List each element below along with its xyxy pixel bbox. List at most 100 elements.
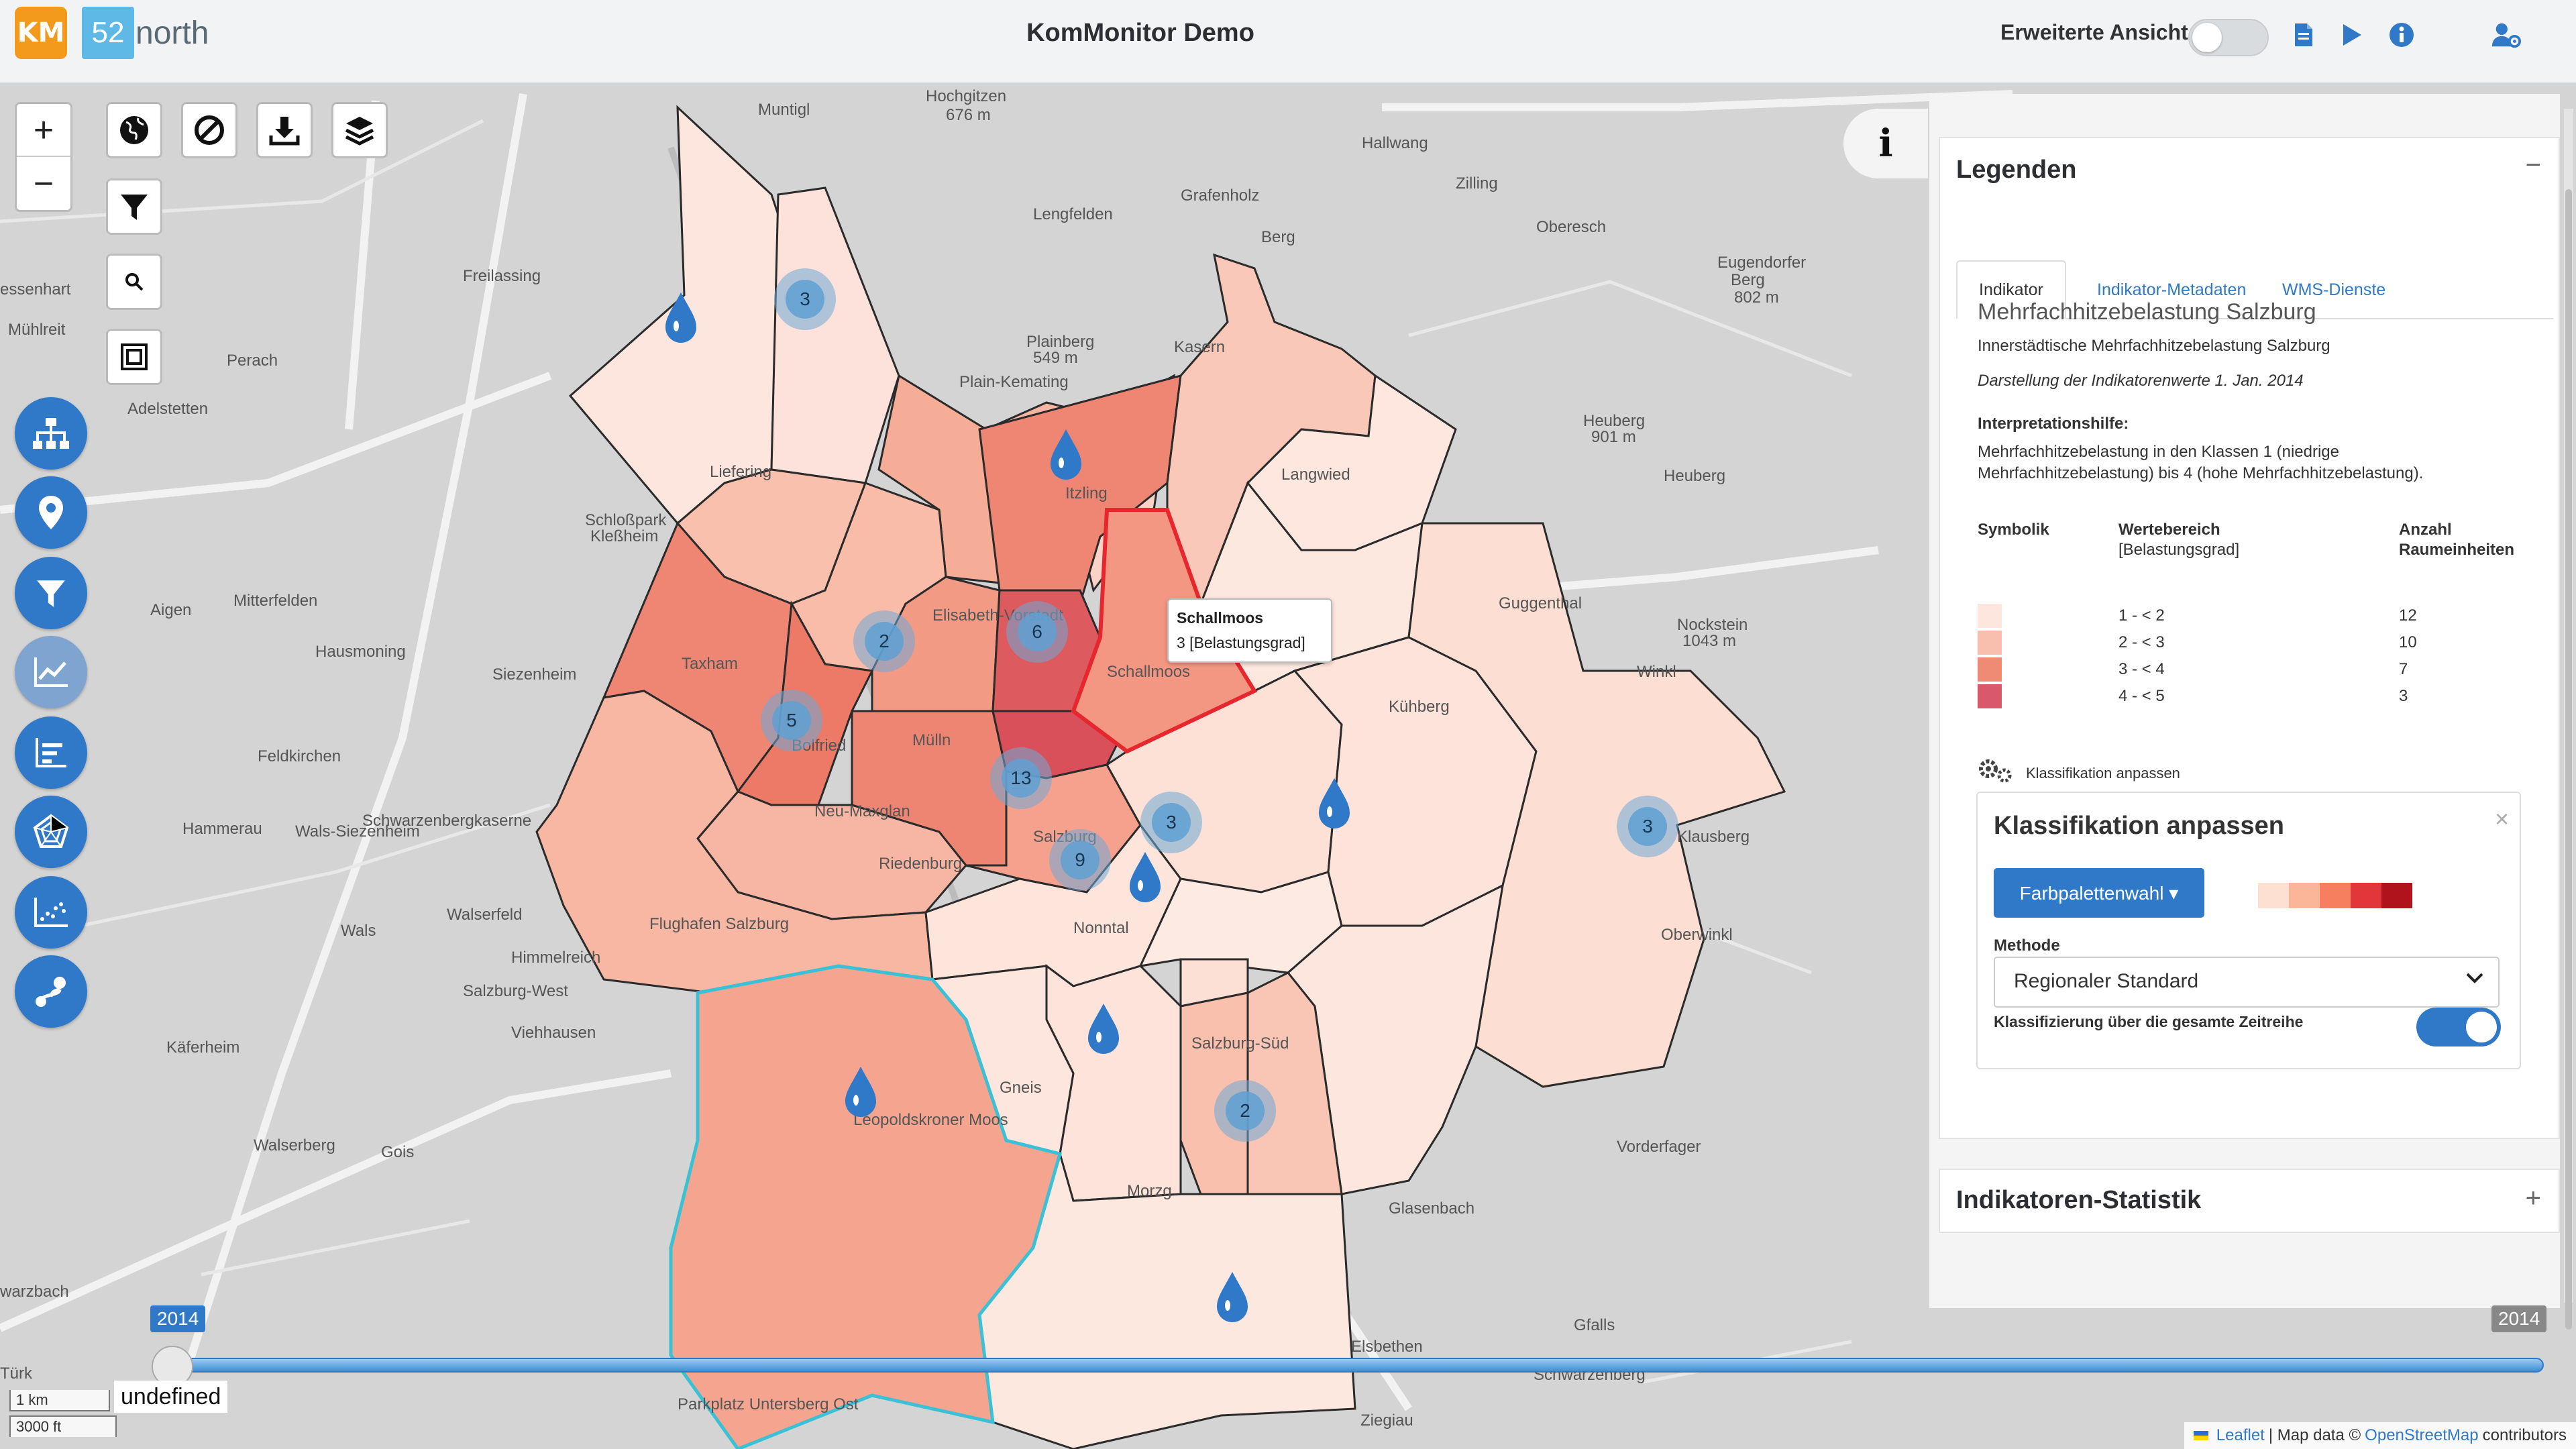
- place-label: Heuberg: [1664, 467, 1726, 485]
- place-label: 676 m: [946, 106, 991, 124]
- marker-cluster[interactable]: 3: [1140, 792, 1202, 853]
- toggle-knob: [2192, 23, 2222, 52]
- user-settings-icon[interactable]: [2491, 20, 2521, 50]
- place-label: Langwied: [1281, 466, 1350, 484]
- legend-col-symbol: Symbolik: [1978, 521, 2049, 539]
- place-label: Plain-Kemating: [959, 373, 1069, 391]
- place-label: Parkplatz Untersberg Ost: [678, 1395, 859, 1413]
- print-button[interactable]: [106, 329, 162, 385]
- place-label: Hausmoning: [315, 643, 406, 661]
- interpretation-text-1: Mehrfachhitzebelastung in den Klassen 1 …: [1978, 443, 2340, 461]
- timeline-end-label: 2014: [2491, 1305, 2547, 1332]
- place-label: Nonntal: [1073, 919, 1129, 937]
- place-label: Neu-Maxglan: [814, 802, 910, 820]
- classification-link[interactable]: Klassifikation anpassen: [2026, 765, 2180, 782]
- palette-select-button[interactable]: Farbpalettenwahl ▾: [1994, 868, 2204, 918]
- marker-cluster[interactable]: 9: [1049, 829, 1111, 891]
- place-label: Mühlreit: [8, 321, 66, 339]
- method-label: Methode: [1994, 936, 2060, 955]
- cluster-count: 3: [1628, 807, 1667, 846]
- legend-range: 3 - < 4: [2118, 660, 2165, 678]
- place-label: Walserberg: [254, 1136, 335, 1155]
- poi-button[interactable]: [15, 476, 87, 549]
- clear-button[interactable]: [181, 102, 237, 158]
- filter-panel-button[interactable]: [15, 557, 87, 629]
- print-frame-icon: [121, 343, 148, 370]
- globe-button[interactable]: [106, 102, 162, 158]
- zoom-in-button[interactable]: +: [17, 104, 70, 157]
- place-label: warzbach: [0, 1283, 69, 1301]
- zoom-out-button[interactable]: −: [17, 157, 70, 210]
- water-drop-marker-icon[interactable]: [1316, 777, 1352, 830]
- water-drop-marker-icon[interactable]: [1085, 1002, 1122, 1056]
- attribution-contributors: contributors: [2482, 1426, 2567, 1444]
- legend-count: 10: [2399, 633, 2417, 651]
- water-drop-marker-icon[interactable]: [1048, 428, 1084, 482]
- marker-cluster[interactable]: 6: [1006, 601, 1068, 663]
- sitemap-icon: [33, 418, 69, 449]
- marker-cluster[interactable]: 13: [990, 747, 1052, 809]
- palette-swatch: [2258, 883, 2289, 908]
- info-panel-toggle[interactable]: i: [1843, 109, 1928, 178]
- info-icon: i: [1878, 121, 1893, 166]
- place-label: Vorderfager: [1617, 1138, 1701, 1156]
- water-drop-marker-icon[interactable]: [843, 1065, 879, 1119]
- place-label: Taxham: [682, 655, 739, 673]
- map-attribution: Leaflet | Map data © OpenStreetMap contr…: [2184, 1422, 2576, 1449]
- place-label: Wals-Siezenheim: [295, 822, 420, 841]
- marker-cluster[interactable]: 2: [1214, 1080, 1276, 1142]
- hierarchy-button[interactable]: [15, 397, 87, 470]
- advanced-view-toggle[interactable]: [2188, 19, 2269, 56]
- legend-col-count: Anzahl: [2399, 521, 2452, 539]
- filter-button[interactable]: [106, 178, 162, 235]
- layers-button[interactable]: [331, 102, 388, 158]
- info-circle-icon[interactable]: [2387, 20, 2416, 50]
- panel-scrollbar[interactable]: [2564, 109, 2573, 1330]
- document-icon[interactable]: [2289, 20, 2318, 50]
- legend-count: 7: [2399, 660, 2408, 678]
- palette-preview: [2258, 883, 2412, 908]
- radar-chart-button[interactable]: [15, 796, 87, 868]
- gears-icon[interactable]: [1978, 757, 2014, 784]
- line-chart-button[interactable]: [15, 636, 87, 708]
- legend-range: 4 - < 5: [2118, 687, 2165, 705]
- water-drop-marker-icon[interactable]: [663, 291, 699, 345]
- indicator-title: Mehrfachhitzebelastung Salzburg: [1978, 299, 2316, 325]
- legend-title: Legenden: [1956, 156, 2077, 184]
- map-marker-icon: [39, 496, 63, 529]
- statistics-expand-button[interactable]: +: [2526, 1183, 2541, 1214]
- download-button[interactable]: [256, 102, 313, 158]
- search-button[interactable]: [106, 254, 162, 310]
- scrollbar-thumb[interactable]: [2565, 189, 2572, 1330]
- timeline-slider-track[interactable]: [169, 1358, 2544, 1373]
- legend-range: 1 - < 2: [2118, 606, 2165, 625]
- marker-cluster[interactable]: 2: [853, 610, 915, 672]
- interpretation-label: Interpretationshilfe:: [1978, 415, 2129, 433]
- marker-cluster[interactable]: 3: [1617, 796, 1678, 857]
- scatter-plot-button[interactable]: [15, 876, 87, 949]
- play-icon[interactable]: [2337, 20, 2367, 50]
- water-drop-marker-icon[interactable]: [1127, 851, 1163, 904]
- timeline-current-label: undefined: [114, 1381, 228, 1413]
- cluster-count: 3: [786, 280, 824, 319]
- ranking-button[interactable]: [15, 716, 87, 789]
- timeseries-toggle[interactable]: [2416, 1008, 2501, 1046]
- place-label: Siezenheim: [492, 665, 577, 684]
- zoom-control: + −: [15, 102, 72, 212]
- osm-link[interactable]: OpenStreetMap: [2365, 1426, 2478, 1445]
- legend-col-range-unit: [Belastungsgrad]: [2118, 541, 2240, 559]
- leaflet-link[interactable]: Leaflet: [2216, 1426, 2265, 1445]
- attribution-text: | Map data ©: [2268, 1426, 2361, 1444]
- place-label: Grafenholz: [1181, 186, 1260, 205]
- marker-cluster[interactable]: 5: [761, 690, 822, 751]
- water-drop-marker-icon[interactable]: [1214, 1271, 1250, 1324]
- scale-km: 1 km: [9, 1390, 110, 1411]
- statistics-card[interactable]: Indikatoren-Statistik +: [1939, 1169, 2560, 1233]
- cluster-count: 6: [1018, 612, 1057, 651]
- marker-cluster[interactable]: 3: [774, 268, 836, 330]
- method-select[interactable]: Regionaler Standard: [1994, 957, 2500, 1008]
- place-label: Hallwang: [1362, 134, 1428, 152]
- legend-collapse-button[interactable]: −: [2526, 150, 2541, 180]
- classification-close-button[interactable]: ×: [2495, 805, 2509, 833]
- reachability-button[interactable]: [15, 955, 87, 1028]
